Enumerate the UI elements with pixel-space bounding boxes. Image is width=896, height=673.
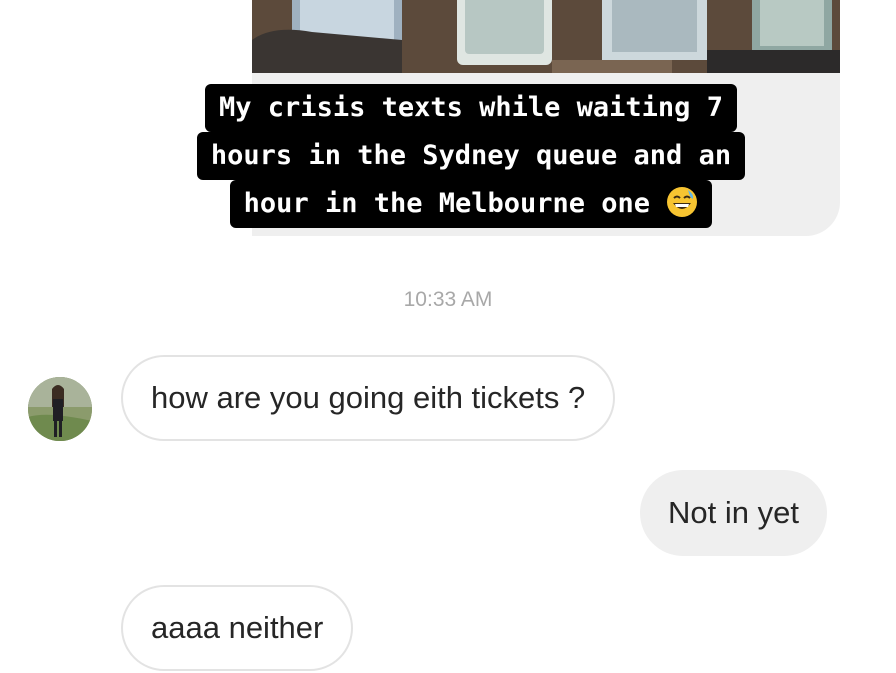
message-bubble-received[interactable]: aaaa neither [121, 585, 354, 671]
caption-line-3: hour in the Melbourne one [229, 180, 713, 228]
photo-image [252, 0, 840, 73]
message-bubble-sent[interactable]: Not in yet [640, 470, 827, 556]
caption-line-1: My crisis texts while waiting 7 [205, 84, 737, 132]
chat-screen: My crisis texts while waiting 7 hours in… [0, 0, 896, 673]
caption-line-2: hours in the Sydney queue and an [196, 132, 746, 180]
contact-avatar[interactable] [28, 377, 92, 441]
shared-photo[interactable] [252, 0, 840, 73]
caption-line-3-text: hour in the Melbourne one [243, 188, 651, 219]
message-bubble-received[interactable]: how are you going eith tickets ? [121, 355, 616, 441]
caption-overlay: My crisis texts while waiting 7 hours in… [155, 84, 787, 228]
message-timestamp: 10:33 AM [403, 288, 493, 311]
avatar-image [28, 377, 92, 441]
grinning-face-with-sweat-icon [667, 187, 698, 217]
